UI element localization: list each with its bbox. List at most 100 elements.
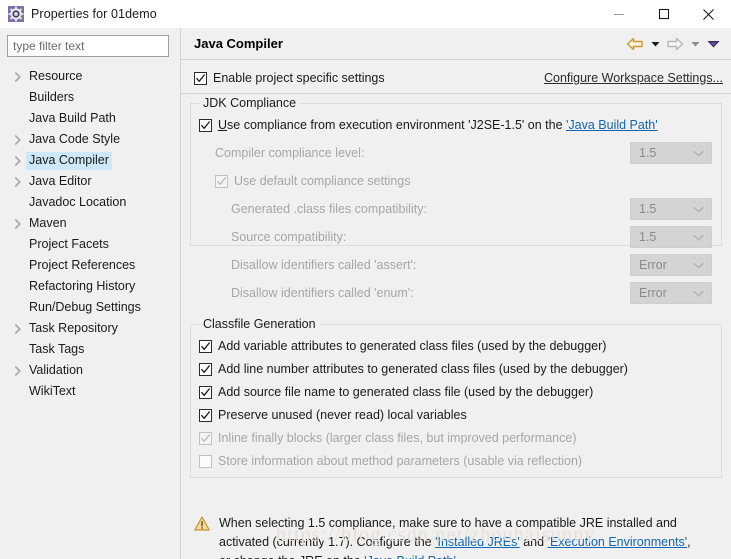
sidebar-item-label: Task Tags <box>29 341 85 356</box>
java-build-path-warning-link[interactable]: 'Java Build Path' <box>364 554 456 559</box>
generated-class-compat-value: 1.5 <box>639 202 657 216</box>
page-nav-toolbar <box>623 33 723 55</box>
sidebar-item-label: Refactoring History <box>29 278 136 293</box>
enable-project-specific-checkbox[interactable]: Enable project specific settings <box>194 71 385 85</box>
classfile-option-row[interactable]: Add line number attributes to generated … <box>199 358 628 380</box>
classfile-generation-group: Classfile Generation Add variable attrib… <box>190 317 722 478</box>
generated-class-compat-combo[interactable]: 1.5 <box>630 198 712 220</box>
compiler-compliance-level-combo[interactable]: 1.5 <box>630 142 712 164</box>
checkbox-checked-icon <box>199 362 212 376</box>
back-arrow-icon[interactable] <box>623 34 647 54</box>
warning-line-2b: and <box>519 535 548 549</box>
window-titlebar: Properties for 01demo <box>0 0 731 28</box>
forward-dropdown-chevron-down-icon[interactable] <box>687 34 703 54</box>
sidebar-item-java-build-path[interactable]: Java Build Path <box>0 108 180 129</box>
disallow-assert-label-row: Disallow identifiers called 'assert': <box>231 254 416 276</box>
installed-jres-link[interactable]: 'Installed JREs' <box>435 535 520 549</box>
checkbox-unchecked-disabled-icon <box>199 454 212 468</box>
classfile-option-label: Inline finally blocks (larger class file… <box>218 431 577 445</box>
checkbox-checked-icon <box>199 118 212 132</box>
sidebar-item-project-references[interactable]: Project References <box>0 255 180 276</box>
maximize-button[interactable] <box>641 0 686 28</box>
sidebar-item-java-compiler[interactable]: Java Compiler <box>0 150 180 171</box>
sidebar-item-validation[interactable]: Validation <box>0 360 180 381</box>
chevron-down-icon <box>693 199 704 219</box>
sidebar-item-task-tags[interactable]: Task Tags <box>0 339 180 360</box>
back-dropdown-chevron-down-icon[interactable] <box>647 34 663 54</box>
classfile-option-label: Add variable attributes to generated cla… <box>218 339 607 353</box>
classfile-option-label: Add line number attributes to generated … <box>218 362 628 376</box>
sidebar-item-label: Project References <box>29 257 136 272</box>
disallow-enum-value: Error <box>639 286 667 300</box>
close-button[interactable] <box>686 0 731 28</box>
mnemonic-u: U <box>218 118 228 132</box>
source-compat-label-row: Source compatibility: <box>231 226 346 248</box>
properties-gear-icon <box>8 6 24 22</box>
chevron-down-icon <box>693 255 704 275</box>
sidebar-item-refactoring-history[interactable]: Refactoring History <box>0 276 180 297</box>
compliance-warning: When selecting 1.5 compliance, make sure… <box>194 514 722 559</box>
sidebar-item-resource[interactable]: Resource <box>0 66 180 87</box>
checkbox-checked-disabled-icon <box>199 431 212 445</box>
view-menu-icon[interactable] <box>703 34 723 54</box>
sidebar-item-label: Validation <box>29 362 83 377</box>
minimize-button[interactable] <box>596 0 641 28</box>
sidebar-item-maven[interactable]: Maven <box>0 213 180 234</box>
generated-class-compat-label: Generated .class files compatibility: <box>231 202 427 216</box>
execution-environments-link[interactable]: 'Execution Environments' <box>548 535 688 549</box>
disallow-assert-combo[interactable]: Error <box>630 254 712 276</box>
sidebar-item-label: Maven <box>29 215 67 230</box>
chevron-right-icon <box>10 216 26 232</box>
java-build-path-link[interactable]: 'Java Build Path' <box>566 118 658 132</box>
use-compliance-from-ee-label: Use compliance from execution environmen… <box>218 118 658 132</box>
enable-project-specific-label: Enable project specific settings <box>213 71 385 85</box>
chevron-right-icon <box>10 363 26 379</box>
configure-workspace-settings-link[interactable]: Configure Workspace Settings... <box>544 71 723 85</box>
disallow-assert-label: Disallow identifiers called 'assert': <box>231 258 417 272</box>
sidebar-item-project-facets[interactable]: Project Facets <box>0 234 180 255</box>
page-header: Java Compiler <box>181 28 731 59</box>
enable-separator <box>181 93 731 94</box>
sidebar-item-label: Javadoc Location <box>29 194 127 209</box>
generated-class-compat-label-row: Generated .class files compatibility: <box>231 198 427 220</box>
sidebar-item-java-code-style[interactable]: Java Code Style <box>0 129 180 150</box>
use-compliance-from-ee-row[interactable]: Use compliance from execution environmen… <box>199 114 658 136</box>
checkbox-checked-icon <box>199 339 212 353</box>
classfile-option-row[interactable]: Preserve unused (never read) local varia… <box>199 404 467 426</box>
classfile-option-row[interactable]: Add variable attributes to generated cla… <box>199 335 606 357</box>
classfile-option-row[interactable]: Add source file name to generated class … <box>199 381 593 403</box>
sidebar-item-javadoc-location[interactable]: Javadoc Location <box>0 192 180 213</box>
classfile-option-label: Add source file name to generated class … <box>218 385 594 399</box>
chevron-down-icon <box>693 283 704 303</box>
disallow-assert-value: Error <box>639 258 667 272</box>
sidebar-item-run-debug-settings[interactable]: Run/Debug Settings <box>0 297 180 318</box>
forward-arrow-icon[interactable] <box>663 34 687 54</box>
sidebar-item-builders[interactable]: Builders <box>0 87 180 108</box>
source-compat-label: Source compatibility: <box>231 230 347 244</box>
jdk-compliance-group: JDK Compliance Use compliance from execu… <box>190 96 722 304</box>
use-default-compliance-row: Use default compliance settings <box>215 170 410 192</box>
source-compat-combo[interactable]: 1.5 <box>630 226 712 248</box>
sidebar-item-java-editor[interactable]: Java Editor <box>0 171 180 192</box>
page-title: Java Compiler <box>194 36 283 51</box>
warning-line-3b: . <box>456 554 459 559</box>
warning-line-1: When selecting 1.5 compliance, make sure… <box>219 516 677 530</box>
classfile-generation-legend: Classfile Generation <box>199 317 320 331</box>
disallow-enum-label-row: Disallow identifiers called 'enum': <box>231 282 414 304</box>
sidebar-item-wikitext[interactable]: WikiText <box>0 381 180 402</box>
sidebar-item-label: Project Facets <box>29 236 109 251</box>
disallow-enum-combo[interactable]: Error <box>630 282 712 304</box>
compiler-compliance-level-label-row: Compiler compliance level: <box>215 142 364 164</box>
filter-input[interactable] <box>7 35 169 57</box>
java-compiler-page: Java Compiler Enable project specific se… <box>181 28 731 559</box>
source-compat-value: 1.5 <box>639 230 657 244</box>
chevron-down-icon <box>693 143 704 163</box>
chevron-right-icon <box>10 132 26 148</box>
sidebar-item-label: WikiText <box>29 383 76 398</box>
sidebar-item-task-repository[interactable]: Task Repository <box>0 318 180 339</box>
